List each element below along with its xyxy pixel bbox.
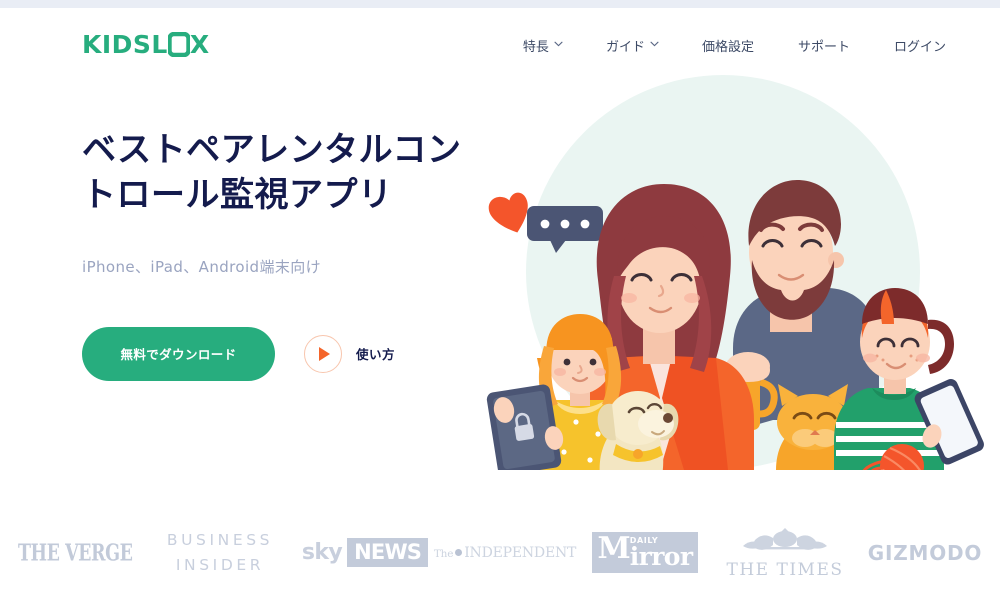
hero-cta-row: 無料でダウンロード 使い方 xyxy=(82,326,512,381)
hero-section: ベストペアレンタルコン トロール監視アプリ iPhone、iPad、Androi… xyxy=(0,70,1000,500)
business-insider-line2: INSIDER xyxy=(175,555,265,574)
kidslox-logo[interactable]: KIDSL X xyxy=(82,32,210,57)
hero-copy: ベストペアレンタルコン トロール監視アプリ iPhone、iPad、Androi… xyxy=(82,128,512,381)
royal-crest-icon xyxy=(735,526,835,557)
headline-line-1: ベストペアレンタルコン xyxy=(82,130,462,170)
browser-top-strip xyxy=(0,0,1000,8)
nav-item-guides[interactable]: ガイド xyxy=(584,36,680,55)
nav-item-support[interactable]: サポート xyxy=(776,36,872,55)
chevron-down-icon xyxy=(554,41,563,49)
times-word: THE TIMES xyxy=(726,559,844,580)
sky-word: sky xyxy=(301,540,343,565)
independent-mark-icon xyxy=(455,548,463,556)
how-to-use-label: 使い方 xyxy=(356,347,396,363)
mirror-rest: irror xyxy=(629,542,693,572)
logo-text-part1: KIDSL xyxy=(82,30,168,59)
nav-label-support: サポート xyxy=(797,40,850,55)
daily-mirror-logo: M DAILY irror xyxy=(575,523,715,583)
play-triangle xyxy=(319,346,330,361)
chevron-down-icon xyxy=(650,41,659,49)
press-logos-bar: THE VERGE BUSINESS INSIDER sky NEWS The … xyxy=(0,505,1000,600)
download-free-button[interactable]: 無料でダウンロード xyxy=(82,326,275,381)
play-icon[interactable] xyxy=(304,334,342,373)
nav-item-pricing[interactable]: 価格設定 xyxy=(680,36,776,55)
heart-icon xyxy=(488,192,528,233)
page-title: ベストペアレンタルコン トロール監視アプリ xyxy=(82,128,512,218)
business-insider-line1: BUSINESS xyxy=(166,531,274,550)
the-independent-logo: The INDEPENDENT xyxy=(433,523,577,583)
business-insider-logo: BUSINESS INSIDER xyxy=(145,523,295,583)
the-times-logo: THE TIMES xyxy=(715,523,855,583)
how-to-use-video-link[interactable]: 使い方 xyxy=(304,334,396,373)
nav-label-features: 特長 xyxy=(522,40,549,55)
news-word: NEWS xyxy=(347,538,429,567)
padlock-icon xyxy=(167,32,190,57)
sky-news-logo: sky NEWS xyxy=(295,523,435,583)
independent-word: INDEPENDENT xyxy=(464,544,577,561)
nav-item-login[interactable]: ログイン xyxy=(872,36,950,55)
site-header: KIDSL X 特長 ガイド 価格設定 サポート ログイン xyxy=(0,8,1000,70)
headline-line-2: トロール監視アプリ xyxy=(82,174,393,215)
the-verge-logo: THE VERGE xyxy=(17,538,133,567)
mirror-m: M xyxy=(597,531,631,567)
logo-text-part2: X xyxy=(189,30,210,59)
nav-item-features[interactable]: 特長 xyxy=(501,36,584,55)
nav-label-guides: ガイド xyxy=(605,40,645,55)
hero-subtitle: iPhone、iPad、Android端末向け xyxy=(82,257,322,276)
nav-label-login: ログイン xyxy=(893,40,946,55)
family-with-devices-illustration xyxy=(480,70,1000,500)
gizmodo-logo: GIZMODO xyxy=(867,540,983,565)
main-navigation: 特長 ガイド 価格設定 サポート ログイン xyxy=(501,36,950,55)
landing-page: KIDSL X 特長 ガイド 価格設定 サポート ログイン ベストペアレンタルコ… xyxy=(0,0,1000,600)
independent-the: The xyxy=(433,547,454,560)
nav-label-pricing: 価格設定 xyxy=(701,40,754,55)
